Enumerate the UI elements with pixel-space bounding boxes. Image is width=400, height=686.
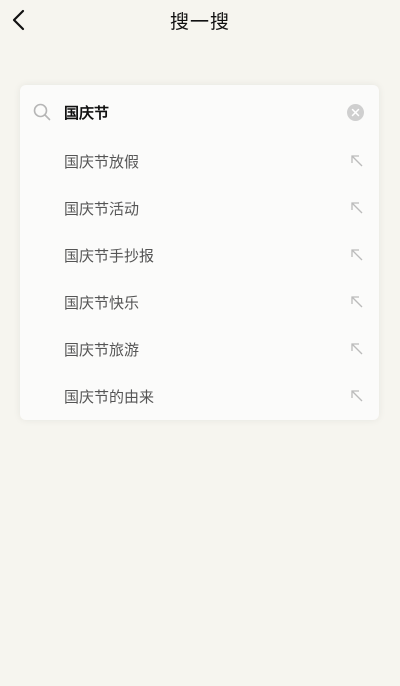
search-input[interactable] [64, 99, 334, 125]
suggestion-item[interactable]: 国庆节手抄报 [20, 233, 379, 280]
suggestion-label: 国庆节放假 [64, 153, 140, 171]
suggestion-item[interactable]: 国庆节放假 [20, 139, 379, 186]
suggestion-label: 国庆节的由来 [64, 388, 155, 406]
clear-button[interactable] [347, 104, 364, 121]
suggestion-item[interactable]: 国庆节旅游 [20, 327, 379, 374]
header: 搜一搜 [0, 0, 400, 40]
search-bar [20, 85, 379, 139]
arrow-up-left-icon[interactable] [349, 294, 365, 310]
arrow-up-left-icon[interactable] [349, 247, 365, 263]
suggestion-label: 国庆节旅游 [64, 341, 140, 359]
page-title: 搜一搜 [169, 11, 230, 33]
suggestion-label: 国庆节快乐 [64, 294, 140, 312]
suggestion-list: 国庆节放假 国庆节活动 国庆节手抄报 国庆节快乐 国庆节旅游 国庆节的由来 [20, 139, 379, 421]
suggestion-label: 国庆节手抄报 [64, 247, 155, 265]
clear-icon [351, 108, 360, 117]
suggestion-item[interactable]: 国庆节的由来 [20, 374, 379, 421]
suggestion-item[interactable]: 国庆节快乐 [20, 280, 379, 327]
search-icon [33, 103, 51, 121]
suggestion-label: 国庆节活动 [64, 200, 140, 218]
suggestion-item[interactable]: 国庆节活动 [20, 186, 379, 233]
arrow-up-left-icon[interactable] [349, 153, 365, 169]
arrow-up-left-icon[interactable] [349, 200, 365, 216]
arrow-up-left-icon[interactable] [349, 341, 365, 357]
search-card: 国庆节放假 国庆节活动 国庆节手抄报 国庆节快乐 国庆节旅游 [20, 85, 379, 420]
arrow-up-left-icon[interactable] [349, 388, 365, 404]
